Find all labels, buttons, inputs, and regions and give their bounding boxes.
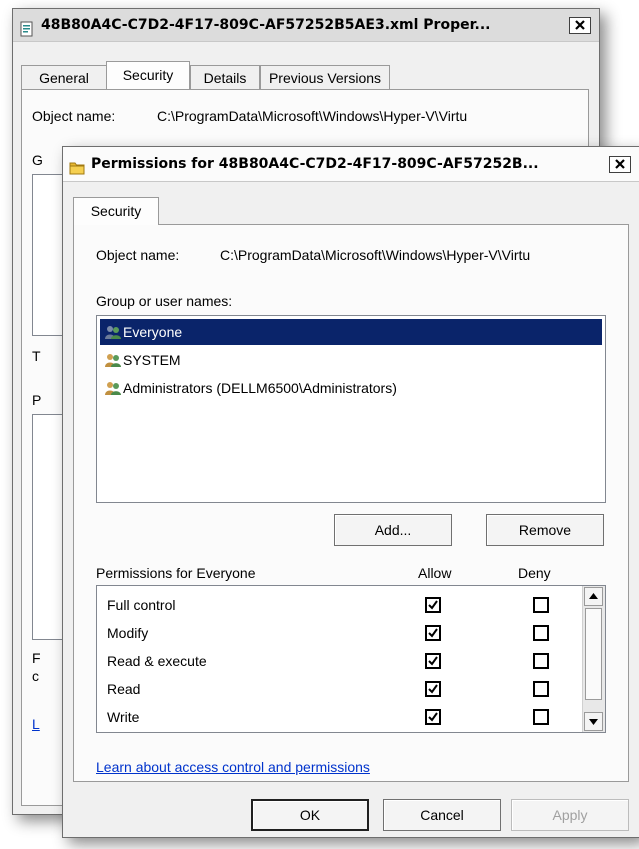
- scroll-thumb[interactable]: [585, 608, 602, 700]
- checkmark-icon: [428, 684, 438, 694]
- allow-checkbox[interactable]: [425, 653, 441, 669]
- cancel-button[interactable]: Cancel: [383, 799, 501, 831]
- user-listbox[interactable]: Everyone SYSTEM Administrators (DELLM650…: [96, 315, 606, 503]
- list-item-user[interactable]: Administrators (DELLM6500\Administrators…: [100, 375, 602, 401]
- permissions-title: Permissions for 48B80A4C-C7D2-4F17-809C-…: [91, 156, 539, 172]
- permissions-tab-panel: Object name: C:\ProgramData\Microsoft\Wi…: [73, 224, 629, 782]
- deny-checkbox[interactable]: [533, 597, 549, 613]
- perm-object-name-value: C:\ProgramData\Microsoft\Windows\Hyper-V…: [220, 247, 531, 263]
- permissions-for-label: Permissions for Everyone: [96, 565, 256, 581]
- user-name: SYSTEM: [123, 352, 181, 368]
- permissions-close-button[interactable]: [609, 156, 631, 173]
- deny-checkbox[interactable]: [533, 625, 549, 641]
- list-item-user[interactable]: Everyone: [100, 319, 602, 345]
- deny-checkbox[interactable]: [533, 709, 549, 725]
- folder-icon: [69, 155, 85, 175]
- arrow-up-icon: [589, 593, 598, 599]
- permissions-scrollbar[interactable]: [582, 586, 605, 732]
- permission-name: Full control: [107, 597, 176, 613]
- tab-details[interactable]: Details: [190, 65, 260, 89]
- arrow-down-icon: [589, 719, 598, 725]
- permission-name: Modify: [107, 625, 149, 641]
- scroll-down-button[interactable]: [584, 712, 603, 731]
- special-text-clipped-1: F: [32, 650, 41, 666]
- properties-titlebar[interactable]: 48B80A4C-C7D2-4F17-809C-AF57252B5AE3.xml…: [13, 9, 599, 42]
- permissions-label-clipped: P: [32, 392, 42, 408]
- deny-header: Deny: [518, 565, 551, 581]
- object-name-value: C:\ProgramData\Microsoft\Windows\Hyper-V…: [157, 108, 468, 124]
- checkmark-icon: [428, 628, 438, 638]
- learn-access-control-link[interactable]: Learn about access control and permissio…: [96, 759, 370, 775]
- close-icon: [575, 20, 585, 30]
- users-icon: [104, 350, 122, 367]
- permissions-window: Permissions for 48B80A4C-C7D2-4F17-809C-…: [62, 146, 639, 838]
- group-label-clipped: G: [32, 152, 43, 168]
- permissions-titlebar[interactable]: Permissions for 48B80A4C-C7D2-4F17-809C-…: [63, 147, 639, 182]
- permission-row: Full control: [97, 592, 581, 620]
- xml-file-icon: [19, 17, 35, 37]
- perm-object-name-label: Object name:: [96, 247, 180, 263]
- allow-checkbox[interactable]: [425, 597, 441, 613]
- scroll-up-button[interactable]: [584, 587, 603, 606]
- tab-security-perm[interactable]: Security: [73, 197, 159, 225]
- close-icon: [615, 159, 625, 169]
- checkmark-icon: [428, 656, 438, 666]
- deny-checkbox[interactable]: [533, 653, 549, 669]
- learn-link-clipped[interactable]: L: [32, 716, 40, 732]
- apply-button[interactable]: Apply: [511, 799, 629, 831]
- properties-title: 48B80A4C-C7D2-4F17-809C-AF57252B5AE3.xml…: [41, 17, 491, 33]
- remove-button[interactable]: Remove: [486, 514, 604, 546]
- object-name-label: Object name:: [32, 108, 116, 124]
- allow-checkbox[interactable]: [425, 709, 441, 725]
- users-icon: [104, 378, 122, 395]
- users-icon: [104, 322, 122, 339]
- allow-checkbox[interactable]: [425, 681, 441, 697]
- checkmark-icon: [428, 712, 438, 722]
- permission-row: Read & execute: [97, 648, 581, 676]
- permissions-list: Full control Modify Read & execute Read: [96, 585, 606, 733]
- permission-name: Read: [107, 681, 141, 697]
- add-button[interactable]: Add...: [334, 514, 452, 546]
- text-clipped: T: [32, 348, 41, 364]
- tab-security[interactable]: Security: [106, 61, 190, 89]
- special-text-clipped-2: c: [32, 668, 39, 684]
- permission-name: Write: [107, 709, 140, 725]
- permission-row: Write: [97, 704, 581, 732]
- permission-name: Read & execute: [107, 653, 207, 669]
- tab-general[interactable]: General: [21, 65, 107, 89]
- allow-checkbox[interactable]: [425, 625, 441, 641]
- allow-header: Allow: [418, 565, 452, 581]
- user-name: Everyone: [123, 324, 183, 340]
- list-item-user[interactable]: SYSTEM: [100, 347, 602, 373]
- properties-close-button[interactable]: [569, 17, 591, 34]
- ok-button[interactable]: OK: [251, 799, 369, 831]
- user-name: Administrators (DELLM6500\Administrators…: [123, 380, 397, 396]
- group-or-user-names-label: Group or user names:: [96, 293, 233, 309]
- permission-row: Read: [97, 676, 581, 704]
- tab-previous-versions[interactable]: Previous Versions: [260, 65, 390, 89]
- checkmark-icon: [428, 600, 438, 610]
- deny-checkbox[interactable]: [533, 681, 549, 697]
- permission-row: Modify: [97, 620, 581, 648]
